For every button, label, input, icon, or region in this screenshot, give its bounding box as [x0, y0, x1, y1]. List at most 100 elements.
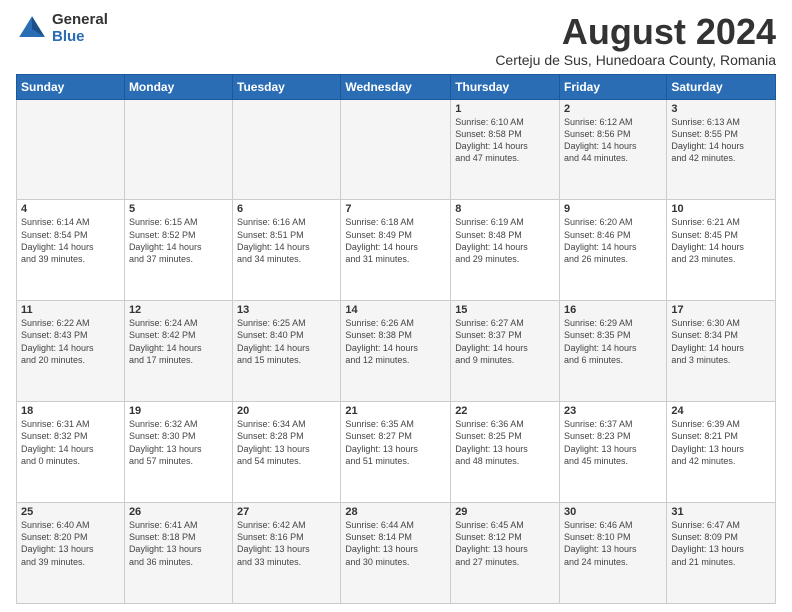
day-cell: 3Sunrise: 6:13 AM Sunset: 8:55 PM Daylig… [667, 99, 776, 200]
day-number: 30 [564, 506, 662, 518]
day-number: 14 [345, 304, 446, 316]
day-number: 15 [455, 304, 555, 316]
logo-general: General [52, 12, 108, 29]
day-cell: 23Sunrise: 6:37 AM Sunset: 8:23 PM Dayli… [560, 402, 667, 503]
day-cell: 31Sunrise: 6:47 AM Sunset: 8:09 PM Dayli… [667, 503, 776, 604]
day-cell: 20Sunrise: 6:34 AM Sunset: 8:28 PM Dayli… [233, 402, 341, 503]
day-number: 20 [237, 405, 336, 417]
calendar-body: 1Sunrise: 6:10 AM Sunset: 8:58 PM Daylig… [17, 99, 776, 603]
day-cell: 17Sunrise: 6:30 AM Sunset: 8:34 PM Dayli… [667, 301, 776, 402]
day-cell: 5Sunrise: 6:15 AM Sunset: 8:52 PM Daylig… [124, 200, 232, 301]
day-number: 17 [671, 304, 771, 316]
day-cell: 22Sunrise: 6:36 AM Sunset: 8:25 PM Dayli… [451, 402, 560, 503]
day-info: Sunrise: 6:26 AM Sunset: 8:38 PM Dayligh… [345, 317, 446, 366]
day-cell: 4Sunrise: 6:14 AM Sunset: 8:54 PM Daylig… [17, 200, 125, 301]
day-header-friday: Friday [560, 74, 667, 99]
day-info: Sunrise: 6:32 AM Sunset: 8:30 PM Dayligh… [129, 418, 228, 467]
header: General Blue August 2024 Certeju de Sus,… [16, 12, 776, 68]
day-info: Sunrise: 6:35 AM Sunset: 8:27 PM Dayligh… [345, 418, 446, 467]
day-number: 22 [455, 405, 555, 417]
day-info: Sunrise: 6:39 AM Sunset: 8:21 PM Dayligh… [671, 418, 771, 467]
day-number: 21 [345, 405, 446, 417]
header-row: SundayMondayTuesdayWednesdayThursdayFrid… [17, 74, 776, 99]
day-info: Sunrise: 6:15 AM Sunset: 8:52 PM Dayligh… [129, 216, 228, 265]
day-info: Sunrise: 6:34 AM Sunset: 8:28 PM Dayligh… [237, 418, 336, 467]
day-info: Sunrise: 6:29 AM Sunset: 8:35 PM Dayligh… [564, 317, 662, 366]
day-cell: 10Sunrise: 6:21 AM Sunset: 8:45 PM Dayli… [667, 200, 776, 301]
calendar: SundayMondayTuesdayWednesdayThursdayFrid… [16, 74, 776, 604]
day-header-saturday: Saturday [667, 74, 776, 99]
day-cell: 6Sunrise: 6:16 AM Sunset: 8:51 PM Daylig… [233, 200, 341, 301]
day-cell: 25Sunrise: 6:40 AM Sunset: 8:20 PM Dayli… [17, 503, 125, 604]
day-number: 19 [129, 405, 228, 417]
day-info: Sunrise: 6:27 AM Sunset: 8:37 PM Dayligh… [455, 317, 555, 366]
day-number: 5 [129, 203, 228, 215]
day-info: Sunrise: 6:12 AM Sunset: 8:56 PM Dayligh… [564, 116, 662, 165]
day-cell: 12Sunrise: 6:24 AM Sunset: 8:42 PM Dayli… [124, 301, 232, 402]
day-info: Sunrise: 6:20 AM Sunset: 8:46 PM Dayligh… [564, 216, 662, 265]
day-number: 18 [21, 405, 120, 417]
day-info: Sunrise: 6:40 AM Sunset: 8:20 PM Dayligh… [21, 519, 120, 568]
week-row-0: 1Sunrise: 6:10 AM Sunset: 8:58 PM Daylig… [17, 99, 776, 200]
week-row-3: 18Sunrise: 6:31 AM Sunset: 8:32 PM Dayli… [17, 402, 776, 503]
day-cell: 26Sunrise: 6:41 AM Sunset: 8:18 PM Dayli… [124, 503, 232, 604]
subtitle: Certeju de Sus, Hunedoara County, Romani… [495, 52, 776, 68]
day-number: 6 [237, 203, 336, 215]
day-number: 3 [671, 103, 771, 115]
day-cell: 30Sunrise: 6:46 AM Sunset: 8:10 PM Dayli… [560, 503, 667, 604]
day-info: Sunrise: 6:18 AM Sunset: 8:49 PM Dayligh… [345, 216, 446, 265]
day-number: 27 [237, 506, 336, 518]
day-cell: 27Sunrise: 6:42 AM Sunset: 8:16 PM Dayli… [233, 503, 341, 604]
day-header-wednesday: Wednesday [341, 74, 451, 99]
day-info: Sunrise: 6:14 AM Sunset: 8:54 PM Dayligh… [21, 216, 120, 265]
day-cell: 18Sunrise: 6:31 AM Sunset: 8:32 PM Dayli… [17, 402, 125, 503]
day-cell: 15Sunrise: 6:27 AM Sunset: 8:37 PM Dayli… [451, 301, 560, 402]
day-cell: 28Sunrise: 6:44 AM Sunset: 8:14 PM Dayli… [341, 503, 451, 604]
logo-blue: Blue [52, 29, 108, 46]
day-cell: 8Sunrise: 6:19 AM Sunset: 8:48 PM Daylig… [451, 200, 560, 301]
day-cell: 21Sunrise: 6:35 AM Sunset: 8:27 PM Dayli… [341, 402, 451, 503]
day-info: Sunrise: 6:46 AM Sunset: 8:10 PM Dayligh… [564, 519, 662, 568]
day-cell: 13Sunrise: 6:25 AM Sunset: 8:40 PM Dayli… [233, 301, 341, 402]
day-cell: 7Sunrise: 6:18 AM Sunset: 8:49 PM Daylig… [341, 200, 451, 301]
day-number: 23 [564, 405, 662, 417]
day-header-tuesday: Tuesday [233, 74, 341, 99]
day-info: Sunrise: 6:22 AM Sunset: 8:43 PM Dayligh… [21, 317, 120, 366]
day-info: Sunrise: 6:41 AM Sunset: 8:18 PM Dayligh… [129, 519, 228, 568]
day-header-sunday: Sunday [17, 74, 125, 99]
day-info: Sunrise: 6:44 AM Sunset: 8:14 PM Dayligh… [345, 519, 446, 568]
logo-icon [16, 13, 48, 45]
week-row-4: 25Sunrise: 6:40 AM Sunset: 8:20 PM Dayli… [17, 503, 776, 604]
day-info: Sunrise: 6:31 AM Sunset: 8:32 PM Dayligh… [21, 418, 120, 467]
day-cell: 11Sunrise: 6:22 AM Sunset: 8:43 PM Dayli… [17, 301, 125, 402]
day-number: 2 [564, 103, 662, 115]
day-number: 12 [129, 304, 228, 316]
logo-text: General Blue [52, 12, 108, 45]
day-cell: 19Sunrise: 6:32 AM Sunset: 8:30 PM Dayli… [124, 402, 232, 503]
day-cell [341, 99, 451, 200]
day-info: Sunrise: 6:19 AM Sunset: 8:48 PM Dayligh… [455, 216, 555, 265]
day-number: 25 [21, 506, 120, 518]
day-header-monday: Monday [124, 74, 232, 99]
day-number: 11 [21, 304, 120, 316]
day-info: Sunrise: 6:47 AM Sunset: 8:09 PM Dayligh… [671, 519, 771, 568]
day-number: 24 [671, 405, 771, 417]
day-cell: 14Sunrise: 6:26 AM Sunset: 8:38 PM Dayli… [341, 301, 451, 402]
day-cell: 29Sunrise: 6:45 AM Sunset: 8:12 PM Dayli… [451, 503, 560, 604]
week-row-1: 4Sunrise: 6:14 AM Sunset: 8:54 PM Daylig… [17, 200, 776, 301]
day-info: Sunrise: 6:42 AM Sunset: 8:16 PM Dayligh… [237, 519, 336, 568]
day-number: 8 [455, 203, 555, 215]
title-block: August 2024 Certeju de Sus, Hunedoara Co… [495, 12, 776, 68]
day-info: Sunrise: 6:16 AM Sunset: 8:51 PM Dayligh… [237, 216, 336, 265]
week-row-2: 11Sunrise: 6:22 AM Sunset: 8:43 PM Dayli… [17, 301, 776, 402]
day-number: 26 [129, 506, 228, 518]
day-number: 28 [345, 506, 446, 518]
day-number: 31 [671, 506, 771, 518]
day-info: Sunrise: 6:45 AM Sunset: 8:12 PM Dayligh… [455, 519, 555, 568]
page: General Blue August 2024 Certeju de Sus,… [0, 0, 792, 612]
day-info: Sunrise: 6:36 AM Sunset: 8:25 PM Dayligh… [455, 418, 555, 467]
day-number: 1 [455, 103, 555, 115]
day-number: 13 [237, 304, 336, 316]
calendar-table: SundayMondayTuesdayWednesdayThursdayFrid… [16, 74, 776, 604]
day-info: Sunrise: 6:25 AM Sunset: 8:40 PM Dayligh… [237, 317, 336, 366]
